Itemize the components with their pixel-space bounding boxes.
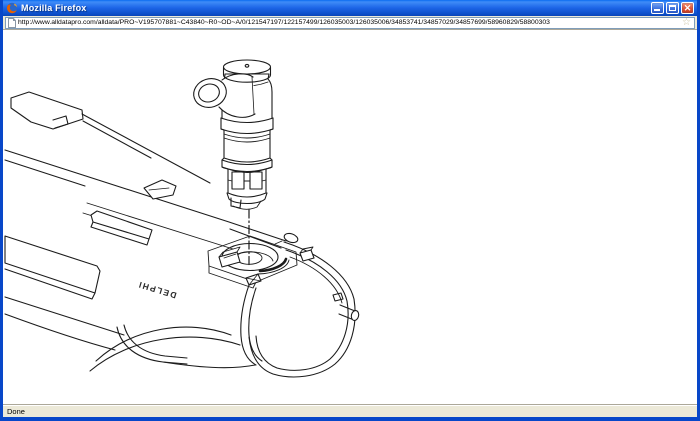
- document-page-icon: [8, 17, 16, 28]
- maximize-button[interactable]: [666, 2, 679, 14]
- close-button[interactable]: ✕: [681, 2, 694, 14]
- url-input[interactable]: http://www.alldatapro.com/alldata/PRO~V1…: [5, 16, 695, 29]
- window-frame-bottom: [3, 417, 697, 421]
- maximize-icon: [669, 5, 676, 11]
- firefox-logo-icon: [6, 2, 18, 14]
- minimize-icon: [654, 9, 660, 11]
- technical-diagram: DELPHI: [4, 59, 360, 378]
- tank-brand-label: DELPHI: [136, 279, 177, 300]
- statusbar: Done: [3, 404, 697, 417]
- star-icon[interactable]: ☆: [682, 18, 692, 28]
- minimize-button[interactable]: [651, 2, 664, 14]
- window-controls: ✕: [651, 2, 695, 14]
- firefox-window: Mozilla Firefox ✕ http://www.alldatapro.…: [0, 0, 700, 421]
- close-icon: ✕: [683, 3, 692, 13]
- status-text: Done: [7, 406, 25, 416]
- fuel-tank-drawing: DELPHI: [4, 91, 360, 378]
- browser-viewport: DELPHI: [3, 30, 697, 404]
- location-toolbar: http://www.alldatapro.com/alldata/PRO~V1…: [3, 16, 697, 30]
- url-text: http://www.alldatapro.com/alldata/PRO~V1…: [18, 19, 550, 26]
- window-title: Mozilla Firefox: [21, 3, 87, 13]
- titlebar[interactable]: Mozilla Firefox ✕: [3, 0, 697, 16]
- purge-valve-drawing: [193, 59, 274, 210]
